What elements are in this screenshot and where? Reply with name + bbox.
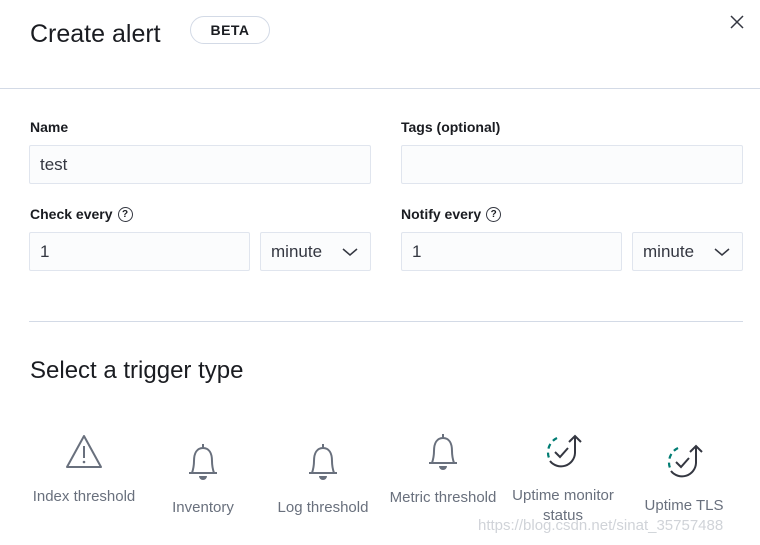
notify-every-input[interactable]: 1 — [401, 232, 622, 271]
tags-label: Tags (optional) — [401, 119, 501, 135]
name-label: Name — [30, 119, 69, 135]
help-icon[interactable]: ? — [117, 206, 133, 222]
trigger-section-title: Select a trigger type — [30, 357, 244, 384]
chevron-down-icon — [342, 247, 358, 256]
trigger-inventory[interactable]: Inventory — [143, 441, 263, 518]
uptime-check-icon — [546, 434, 582, 468]
check-every-label: Check every? — [30, 206, 133, 222]
watermark: https://blog.csdn.net/sinat_35757488 — [478, 517, 724, 534]
page-title: Create alert — [30, 20, 161, 48]
name-input[interactable]: test — [29, 145, 371, 184]
alert-triangle-icon — [66, 435, 102, 468]
notify-every-unit-select[interactable]: minute — [632, 232, 743, 271]
trigger-index-threshold[interactable]: Index threshold — [24, 432, 144, 507]
notify-every-label: Notify every? — [401, 206, 502, 222]
bell-icon — [309, 444, 337, 480]
help-icon[interactable]: ? — [486, 206, 502, 222]
trigger-uptime-monitor-status[interactable]: Uptime monitor status — [503, 431, 623, 526]
trigger-log-threshold[interactable]: Log threshold — [263, 441, 383, 518]
close-icon[interactable] — [728, 13, 746, 31]
bell-icon — [429, 434, 457, 470]
check-every-input[interactable]: 1 — [29, 232, 250, 271]
bell-icon — [189, 444, 217, 480]
uptime-check-icon — [667, 444, 703, 478]
chevron-down-icon — [714, 247, 730, 256]
header-divider — [0, 88, 760, 89]
section-divider — [29, 321, 743, 322]
beta-badge: BETA — [190, 16, 270, 44]
trigger-uptime-tls[interactable]: Uptime TLS — [624, 441, 744, 516]
check-every-unit-select[interactable]: minute — [260, 232, 371, 271]
trigger-metric-threshold[interactable]: Metric threshold — [383, 431, 503, 508]
tags-input[interactable] — [401, 145, 743, 184]
